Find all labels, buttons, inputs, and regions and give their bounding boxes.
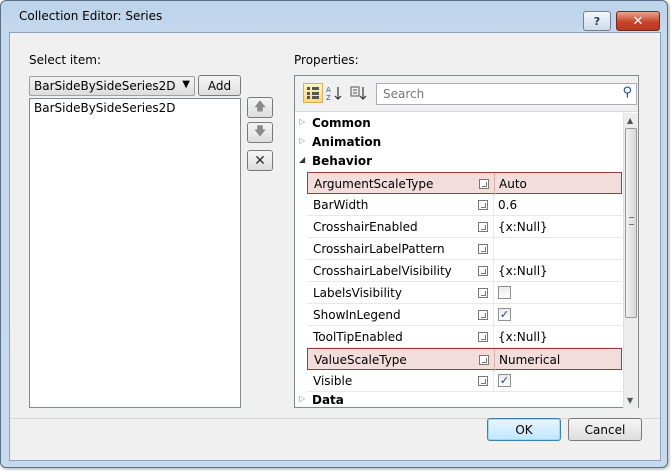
sort-alphabetical-icon[interactable]: AZ <box>325 83 345 103</box>
expand-icon: ▷ <box>299 394 306 403</box>
property-marker-icon[interactable] <box>478 266 488 276</box>
property-marker-icon[interactable] <box>479 355 489 365</box>
categorized-view-icon[interactable] <box>303 83 323 103</box>
property-row-crosshairlabelpattern[interactable]: CrosshairLabelPattern <box>307 238 622 260</box>
search-input[interactable] <box>381 85 611 103</box>
series-combo[interactable]: BarSideBySideSeries2D ▼ <box>29 76 195 96</box>
search-box[interactable]: ⚲ <box>376 83 637 105</box>
search-icon[interactable]: ⚲ <box>622 85 632 100</box>
show-in-legend-checkbox[interactable]: ✓ <box>498 308 511 321</box>
property-value[interactable]: {x:Null} <box>498 330 548 344</box>
window-title: Collection Editor: Series <box>19 9 163 23</box>
property-row-visible[interactable]: Visible ✓ <box>307 370 622 392</box>
property-marker-icon[interactable] <box>479 179 489 189</box>
footer-divider <box>10 418 660 419</box>
property-row-tooltipenabled[interactable]: ToolTipEnabled {x:Null} <box>307 326 622 348</box>
select-item-label: Select item: <box>29 53 101 67</box>
property-row-showinlegend[interactable]: ShowInLegend ✓ <box>307 304 622 326</box>
series-list[interactable]: BarSideBySideSeries2D <box>29 98 241 408</box>
cancel-button[interactable]: Cancel <box>568 418 642 441</box>
property-row-valuescaletype[interactable]: ValueScaleType Numerical <box>307 348 622 371</box>
move-down-button[interactable]: 🡇 <box>247 122 273 143</box>
help-button[interactable]: ? <box>583 11 611 31</box>
sort-order-icon[interactable] <box>349 83 369 103</box>
property-rows: ▷ Common ▷ Animation ◢ Behavior Argument… <box>295 113 622 408</box>
property-value[interactable]: Auto <box>499 177 527 191</box>
category-animation[interactable]: ▷ Animation <box>295 134 622 152</box>
arrow-down-icon: 🡇 <box>253 124 267 138</box>
category-behavior[interactable]: ◢ Behavior <box>295 153 622 171</box>
property-value[interactable]: Numerical <box>499 353 560 367</box>
property-marker-icon[interactable] <box>478 200 488 210</box>
move-up-button[interactable]: 🡅 <box>247 97 273 118</box>
property-grid-toolbar: AZ ⚲ <box>295 76 638 112</box>
arrow-up-icon: 🡅 <box>253 99 267 113</box>
property-row-argumentscaletype[interactable]: ArgumentScaleType Auto <box>307 172 622 195</box>
category-data[interactable]: ▷ Data <box>295 392 622 408</box>
property-marker-icon[interactable] <box>478 332 488 342</box>
property-grid: AZ ⚲ ▷ Common ▷ Animation <box>294 75 639 408</box>
category-common[interactable]: ▷ Common <box>295 115 622 133</box>
property-marker-icon[interactable] <box>478 244 488 254</box>
svg-text:Z: Z <box>326 94 331 101</box>
remove-button[interactable]: ✕ <box>247 150 273 171</box>
visible-checkbox[interactable]: ✓ <box>498 374 511 387</box>
ok-button[interactable]: OK <box>487 418 561 441</box>
close-button[interactable]: ✕ <box>616 11 660 31</box>
collapse-icon: ◢ <box>299 155 306 164</box>
expand-icon: ▷ <box>299 117 306 126</box>
list-item[interactable]: BarSideBySideSeries2D <box>30 99 240 117</box>
property-row-crosshairlabelvisibility[interactable]: CrosshairLabelVisibility {x:Null} <box>307 260 622 282</box>
title-bar[interactable]: Collection Editor: Series ? ✕ <box>1 1 667 31</box>
expand-icon: ▷ <box>299 136 306 145</box>
scroll-up-icon[interactable]: ▲ <box>627 116 633 125</box>
property-row-barwidth[interactable]: BarWidth 0.6 <box>307 194 622 216</box>
svg-text:A: A <box>326 86 331 94</box>
collection-editor-window: Collection Editor: Series ? ✕ Select ite… <box>0 0 668 468</box>
scrollbar-thumb[interactable] <box>625 128 637 318</box>
property-marker-icon[interactable] <box>478 222 488 232</box>
series-combo-value: BarSideBySideSeries2D <box>34 79 176 93</box>
property-value[interactable]: {x:Null} <box>498 220 548 234</box>
property-marker-icon[interactable] <box>478 288 488 298</box>
delete-icon: ✕ <box>254 152 266 169</box>
property-value[interactable]: 0.6 <box>498 198 517 212</box>
property-marker-icon[interactable] <box>478 376 488 386</box>
add-button[interactable]: Add <box>198 75 241 96</box>
dialog-body: Select item: BarSideBySideSeries2D ▼ Add… <box>9 32 661 461</box>
scroll-down-icon[interactable]: ▼ <box>627 396 633 405</box>
chevron-down-icon: ▼ <box>182 79 190 90</box>
property-row-labelsvisibility[interactable]: LabelsVisibility <box>307 282 622 304</box>
properties-label: Properties: <box>294 53 359 67</box>
property-row-crosshairenabled[interactable]: CrosshairEnabled {x:Null} <box>307 216 622 238</box>
labels-visibility-checkbox[interactable] <box>498 286 511 299</box>
vertical-scrollbar[interactable]: ▲ ▼ <box>623 113 638 408</box>
property-value[interactable]: {x:Null} <box>498 264 548 278</box>
property-marker-icon[interactable] <box>478 310 488 320</box>
